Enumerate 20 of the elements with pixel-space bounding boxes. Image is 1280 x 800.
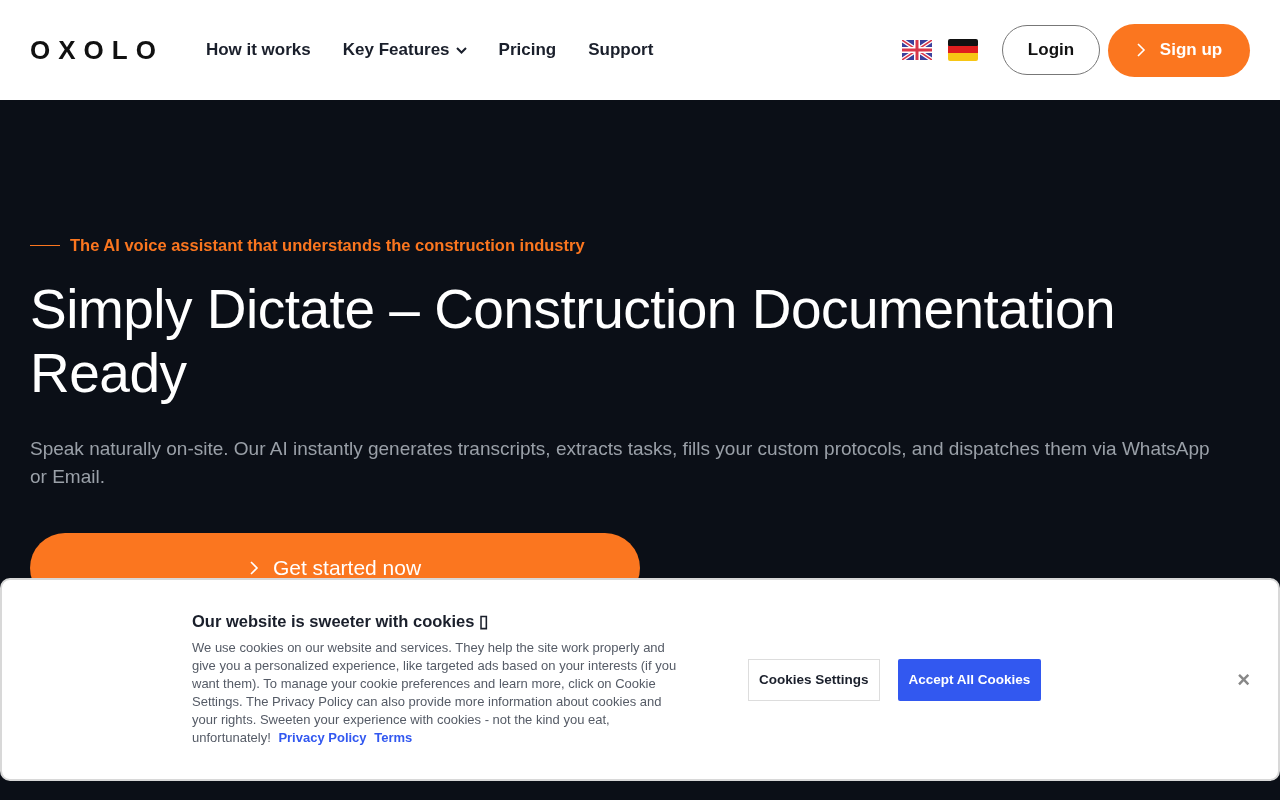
chevron-right-icon [248, 560, 259, 576]
germany-flag-icon[interactable] [948, 39, 978, 61]
policy-link[interactable]: Terms [374, 730, 413, 745]
chevron-right-icon [1135, 42, 1146, 58]
nav-link[interactable]: Key Features [342, 40, 467, 60]
nav-link[interactable]: How it works [205, 40, 311, 60]
cookie-text: We use cookies on our website and services. They help the site work properly and give you a personalized experience, like targeted ads based on your interests (if you want them). To manage your cookie preferences and learn more, click on Cookie Settings. The Privacy Policy can also provide more information about cookies and your rights. Sweeten your experience with cookies - not the kind you eat, unfortunately! Privacy Policy Terms [192, 639, 678, 747]
hero-description: Speak naturally on-site. Our AI instantly generates transcripts, extracts tasks, fills your custom protocols, and dispatches them via WhatsApp or Email. [30, 437, 1211, 489]
uk-flag-icon[interactable] [902, 40, 932, 60]
accept-cookies-button[interactable]: Accept All Cookies [897, 658, 1042, 701]
nav-link[interactable]: Support [588, 40, 654, 60]
policy-link[interactable]: Privacy Policy [278, 730, 367, 745]
close-button[interactable]: × [1233, 666, 1254, 693]
nav-link[interactable]: Pricing [498, 40, 557, 60]
logo[interactable]: OXOLO [30, 34, 164, 66]
login-button[interactable]: Login [1002, 25, 1100, 75]
cookie-title: Our website is sweeter with cookies ▯ [192, 612, 490, 631]
cookies-settings-button[interactable]: Cookies Settings [748, 658, 880, 701]
tagline: The AI voice assistant that understands the construction industry [70, 236, 585, 255]
hero-title: Simply Dictate – Construction Documentation Ready [30, 277, 1117, 405]
